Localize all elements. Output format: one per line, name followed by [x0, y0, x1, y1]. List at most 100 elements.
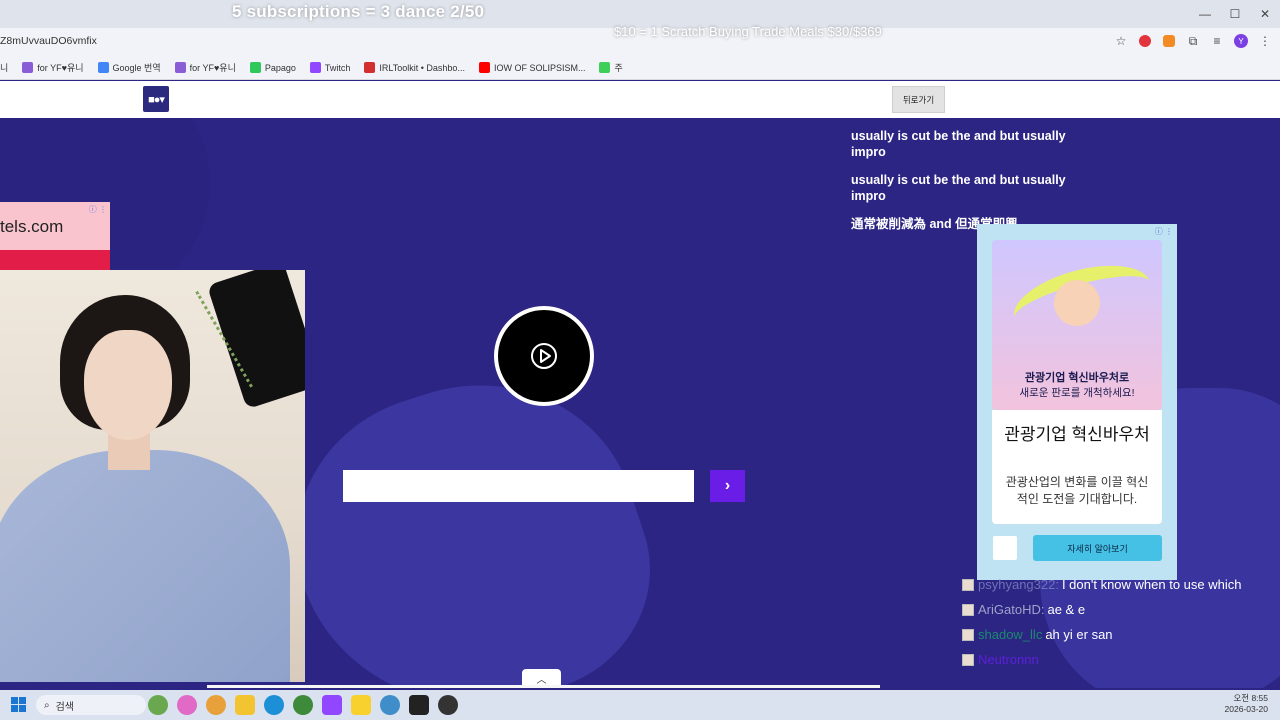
search-input[interactable] [343, 470, 694, 502]
bookmark-item[interactable]: 니 [0, 61, 8, 74]
chat-text: ae & e [1047, 602, 1086, 617]
translate-icon [97, 62, 109, 73]
background-blob [258, 343, 682, 688]
app-icon[interactable] [409, 695, 429, 715]
chat-message: shadow_llc ah yi er san [962, 622, 1280, 647]
bookmark-item[interactable]: for YF♥유니 [174, 61, 236, 74]
windows-start-icon[interactable] [11, 697, 26, 712]
chat-badge-icon [962, 628, 974, 641]
subtitle-line: usually is cut be the and but usually im… [851, 129, 1066, 159]
bookmark-item[interactable]: Twitch [309, 62, 351, 73]
pen-icon [174, 62, 186, 73]
ad-info-icon[interactable]: ⓘ ⋮ [89, 204, 107, 215]
clock-time: 오전 8:55 [1233, 693, 1268, 703]
chat-username[interactable]: shadow_llc [978, 622, 1042, 647]
bookmark-label: for YF♥유니 [37, 63, 84, 73]
extension-orange-icon[interactable] [1163, 35, 1175, 47]
ad-heading: 관광기업 혁신바우처 [1004, 425, 1150, 444]
bookmark-item[interactable]: Google 번역 [97, 61, 161, 74]
bookmark-item[interactable]: 주 [599, 61, 623, 74]
ad-logo [993, 536, 1017, 560]
play-button[interactable] [494, 306, 594, 406]
chat-message: AriGatoHD: ae & e [962, 597, 1280, 622]
right-ad-banner[interactable]: ⓘ ⋮ 관광기업 혁신바우처로 새로운 판로를 개척하세요! 관광기업 혁신바우… [977, 224, 1177, 580]
subtitle-line: usually is cut be the and but usually im… [851, 173, 1066, 203]
toolbar-icons: ☆ ⧉ ≡ Y ⋮ [1112, 32, 1274, 50]
ad-image: 관광기업 혁신바우처로 새로운 판로를 개척하세요! [992, 240, 1162, 410]
back-button[interactable]: 뒤로가기 [892, 86, 945, 113]
chat-text: ah yi er san [1045, 627, 1113, 642]
bookmarks-bar: 니 for YF♥유니 Google 번역 for YF♥유니 Papago Twitch… [0, 56, 1280, 80]
bookmark-label: IRLToolkit • Dashbo... [379, 62, 465, 73]
stream-overlay-goal: 5 subscriptions = 3 dance 2/50 [232, 2, 485, 21]
bookmark-item[interactable]: IRLToolkit • Dashbo... [364, 62, 465, 73]
close-icon[interactable]: ✕ [1250, 0, 1280, 28]
search-icon: ⌕ [44, 699, 50, 711]
chevron-right-icon: › [724, 477, 731, 494]
widgets-icon[interactable] [148, 695, 168, 715]
edge-icon[interactable] [264, 695, 284, 715]
bookmark-label: Google 번역 [112, 63, 161, 73]
minimize-icon[interactable]: — [1190, 0, 1220, 28]
chat-text: I don't know when to use which [1061, 577, 1242, 592]
ad-bar [0, 250, 110, 270]
menu-icon[interactable]: ⋮ [1256, 32, 1274, 50]
taskbar-apps [148, 695, 458, 715]
bookmark-item[interactable]: Papago [249, 62, 296, 73]
search-app-icon[interactable] [206, 695, 226, 715]
ad-info-icon[interactable]: ⓘ ⋮ [1155, 226, 1173, 237]
webcam-shirt [0, 450, 290, 682]
maximize-icon[interactable]: ☐ [1220, 0, 1250, 28]
chevron-up-icon: ︿ [536, 675, 547, 686]
pen-icon [22, 62, 34, 73]
ad-image-subtitle: 새로운 판로를 개척하세요! [1019, 387, 1135, 399]
star-icon[interactable]: ☆ [1112, 32, 1130, 50]
left-ad-banner[interactable]: tels.com ⓘ ⋮ [0, 202, 110, 270]
app-icon[interactable] [380, 695, 400, 715]
system-clock[interactable]: 오전 8:55 2026-03-20 [1225, 693, 1268, 715]
chat-username[interactable]: Neutronnn [978, 647, 1039, 672]
scroll-track [207, 685, 880, 688]
twitch-icon[interactable] [322, 695, 342, 715]
site-logo[interactable]: ■●▾ [143, 86, 169, 112]
extension-red-icon[interactable] [1139, 35, 1151, 47]
play-icon [531, 343, 557, 369]
chat-message: Neutronnn [962, 647, 1280, 672]
bookmark-label: 니 [0, 63, 9, 73]
copilot-icon[interactable] [177, 695, 197, 715]
ad-cta-button[interactable]: 자세히 알아보기 [1033, 535, 1162, 561]
puzzle-icon[interactable]: ⧉ [1184, 32, 1202, 50]
taskbar-search-label: 검색 [55, 701, 75, 713]
chrome-icon[interactable] [293, 695, 313, 715]
calendar-icon [599, 62, 611, 73]
window-controls: — ☐ ✕ [1190, 0, 1280, 28]
youtube-icon [478, 62, 490, 73]
chat-username[interactable]: AriGatoHD: [978, 597, 1044, 622]
bookmark-item[interactable]: for YF♥유니 [22, 61, 84, 74]
taskbar: ⌕ 검색 오전 8:55 2026-03-20 [0, 690, 1280, 720]
twitch-icon [309, 62, 321, 73]
ad-card: 관광기업 혁신바우처 관광산업의 변화를 이끌 혁신적인 도전을 기대합니다. [992, 410, 1162, 524]
submit-button[interactable]: › [710, 470, 745, 502]
taskbar-search[interactable]: ⌕ 검색 [36, 695, 146, 715]
obs-icon[interactable] [438, 695, 458, 715]
file-explorer-icon[interactable] [235, 695, 255, 715]
avatar[interactable]: Y [1234, 34, 1248, 48]
bookmark-item[interactable]: IOW OF SOLIPSISM... [478, 62, 586, 73]
chat-overlay: psyhyang322: I don't know when to use whi… [962, 572, 1280, 672]
bookmark-label: Papago [264, 62, 296, 73]
address-bar[interactable]: Z8mUvvauDO6vmfix [0, 35, 97, 47]
stream-overlay-price: $10 = 1 Scratch Buying Trade Meals $30/$… [614, 24, 882, 39]
bookmark-label: Twitch [324, 62, 351, 73]
papago-icon [249, 62, 261, 73]
main-content: › usually is cut be the and but usually … [0, 118, 1280, 688]
kakaotalk-icon[interactable] [351, 695, 371, 715]
chat-message: psyhyang322: I don't know when to use whi… [962, 572, 1280, 597]
irltoolkit-icon [364, 62, 376, 73]
clock-date: 2026-03-20 [1224, 704, 1268, 714]
bookmark-label: IOW OF SOLIPSISM... [493, 62, 586, 73]
ad-text: tels.com [0, 217, 64, 236]
playlist-icon[interactable]: ≡ [1208, 32, 1226, 50]
webcam-face [84, 330, 172, 440]
chat-username[interactable]: psyhyang322: [978, 572, 1059, 597]
